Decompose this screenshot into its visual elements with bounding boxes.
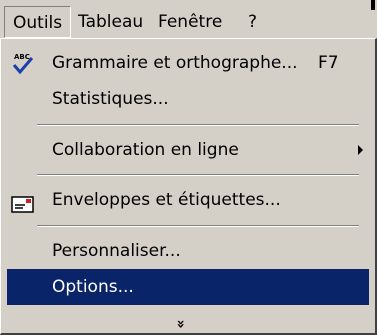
menu-fenetre[interactable]: Fenêtre: [150, 6, 230, 38]
menu-separator: [37, 124, 359, 126]
menu-item-grammaire[interactable]: ABC Grammaire et orthographe... F7: [7, 45, 369, 81]
menu-separator: [37, 174, 359, 176]
expand-menu-glyph: »: [172, 319, 189, 329]
menu-item-collaboration[interactable]: Collaboration en ligne: [7, 132, 369, 168]
menu-help-label: ?: [248, 12, 258, 32]
envelope-icon: [11, 191, 35, 227]
svg-text:ABC: ABC: [14, 53, 30, 61]
menu-item-enveloppes[interactable]: Enveloppes et étiquettes...: [7, 182, 369, 218]
menu-item-statistiques-label: Statistiques...: [52, 89, 169, 109]
menu-item-collaboration-label: Collaboration en ligne: [52, 140, 239, 160]
outils-dropdown-menu: ABC Grammaire et orthographe... F7 Stati…: [0, 38, 377, 335]
menu-item-grammaire-shortcut: F7: [318, 53, 339, 73]
toolbar-grip: [371, 0, 375, 10]
submenu-arrow-icon: [358, 145, 363, 155]
menu-item-enveloppes-label: Enveloppes et étiquettes...: [52, 190, 281, 210]
menu-help[interactable]: ?: [240, 6, 265, 38]
menu-outils-label: Outils: [13, 13, 63, 33]
menu-item-personnaliser-label: Personnaliser...: [52, 241, 181, 261]
menu-item-options-label: Options...: [52, 277, 134, 297]
menu-fenetre-label: Fenêtre: [158, 12, 223, 32]
menu-separator: [37, 225, 359, 227]
menu-item-personnaliser[interactable]: Personnaliser...: [7, 233, 369, 269]
menu-item-options[interactable]: Options...: [7, 269, 369, 305]
menu-outils[interactable]: Outils: [4, 6, 72, 38]
menu-tableau[interactable]: Tableau: [70, 6, 151, 38]
double-chevron-down-icon[interactable]: »: [173, 315, 189, 333]
menu-tableau-label: Tableau: [78, 12, 144, 32]
menu-item-statistiques[interactable]: Statistiques...: [7, 81, 369, 117]
menu-item-grammaire-label: Grammaire et orthographe...: [52, 53, 298, 73]
